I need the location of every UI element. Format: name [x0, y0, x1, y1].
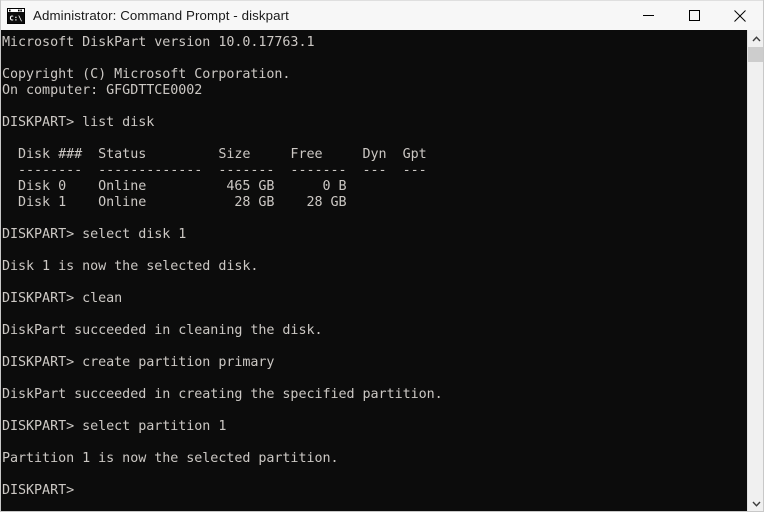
scroll-up-button[interactable] [748, 30, 764, 47]
console-text: Microsoft DiskPart version 10.0.17763.1 … [2, 35, 443, 498]
minimize-icon [642, 15, 654, 16]
close-icon [734, 9, 746, 22]
window-title-bar[interactable]: C:\ Administrator: Command Prompt - disk… [0, 0, 764, 30]
command-prompt-icon: C:\ [7, 7, 25, 24]
scrollbar-thumb[interactable] [748, 47, 764, 62]
chevron-down-icon [751, 501, 761, 507]
console-output-area[interactable]: Microsoft DiskPart version 10.0.17763.1 … [0, 30, 764, 512]
minimize-button[interactable] [625, 1, 671, 31]
scrollbar-track[interactable] [748, 47, 764, 495]
window-title-text: Administrator: Command Prompt - diskpart [33, 7, 289, 23]
maximize-button[interactable] [671, 1, 717, 31]
window-control-buttons [625, 1, 763, 31]
close-button[interactable] [717, 1, 763, 31]
maximize-icon [688, 10, 700, 21]
scroll-down-button[interactable] [748, 495, 764, 512]
title-bar-left: C:\ Administrator: Command Prompt - disk… [1, 1, 625, 30]
svg-text:C:\: C:\ [9, 13, 22, 22]
command-prompt-window: C:\ Administrator: Command Prompt - disk… [0, 0, 764, 512]
vertical-scrollbar[interactable] [747, 30, 764, 512]
chevron-up-icon [751, 35, 761, 41]
